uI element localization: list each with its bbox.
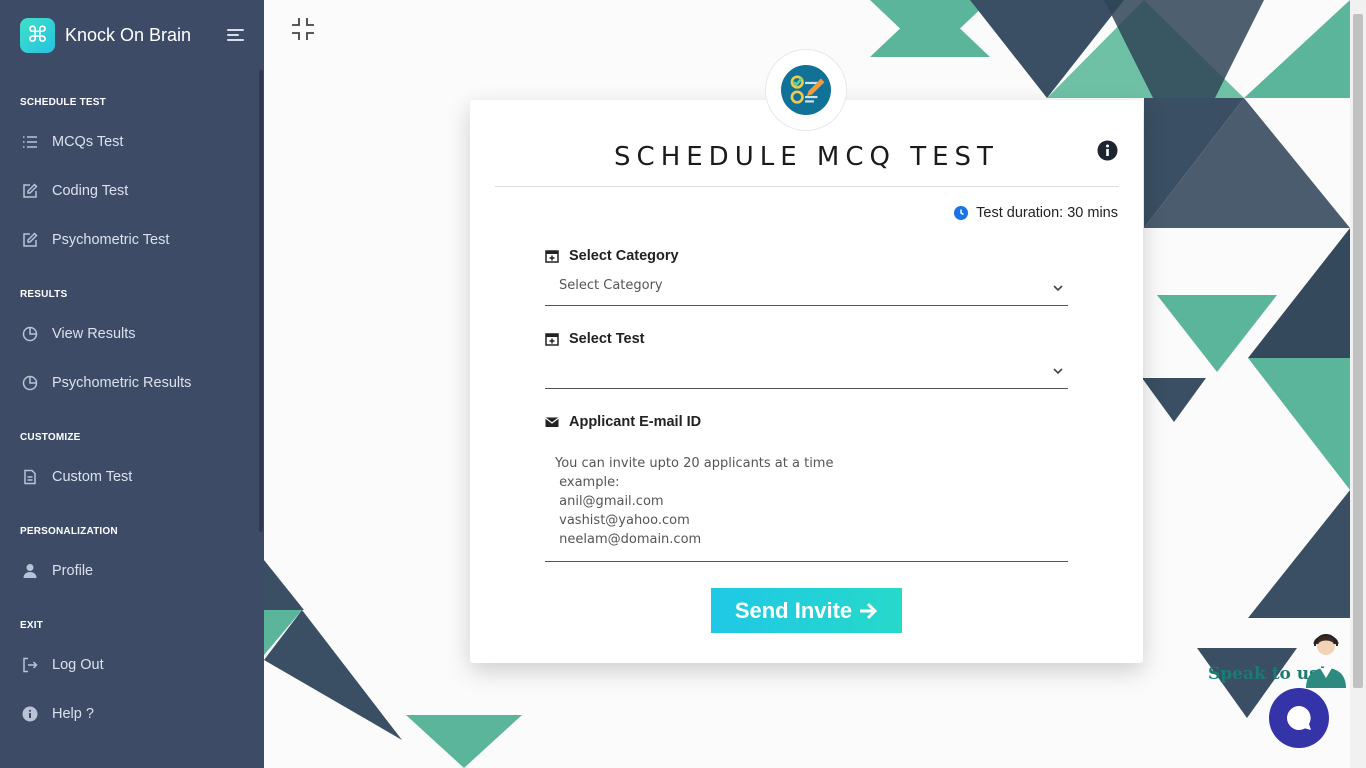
- command-icon: ⌘: [20, 17, 55, 53]
- sidebar-item-label: Help ?: [52, 706, 94, 722]
- sidebar-item-label: Profile: [52, 563, 94, 579]
- chevron-down-icon: [1053, 285, 1063, 292]
- logout-icon: [22, 657, 38, 673]
- send-invite-button[interactable]: Send Invite: [711, 588, 902, 633]
- email-textarea[interactable]: You can invite upto 20 applicants at a t…: [545, 450, 1068, 562]
- edit-icon: [22, 183, 38, 199]
- info-icon: [22, 706, 38, 722]
- calendar-plus-icon: [545, 250, 559, 263]
- document-icon: [22, 469, 38, 485]
- section-results: RESULTS: [20, 289, 68, 300]
- placeholder-line: You can invite upto 20 applicants at a t…: [555, 456, 834, 471]
- sidebar-item-help[interactable]: Help ?: [0, 694, 258, 734]
- schedule-card: SCHEDULE MCQ TEST Test duration: 30 mins…: [470, 100, 1143, 663]
- main-content: SCHEDULE MCQ TEST Test duration: 30 mins…: [264, 0, 1350, 768]
- email-label: Applicant E-mail ID: [545, 414, 701, 430]
- brand-name: Knock On Brain: [65, 24, 192, 45]
- sidebar-item-coding-test[interactable]: Coding Test: [0, 171, 258, 211]
- category-select-value: Select Category: [559, 278, 663, 293]
- sidebar-item-label: Coding Test: [52, 183, 129, 199]
- test-duration: Test duration: 30 mins: [954, 205, 1118, 221]
- page-title: SCHEDULE MCQ TEST: [614, 142, 999, 172]
- section-exit: EXIT: [20, 620, 44, 631]
- collapse-screen-icon[interactable]: [291, 17, 315, 41]
- arrow-right-icon: [860, 602, 878, 619]
- brand[interactable]: ⌘ Knock On Brain: [0, 0, 264, 70]
- calendar-plus-icon: [545, 333, 559, 346]
- category-select[interactable]: Select Category: [545, 270, 1068, 306]
- sidebar: ⌘ Knock On Brain SCHEDULE TEST MCQs Test…: [0, 0, 264, 768]
- sidebar-scrollbar[interactable]: [259, 70, 263, 532]
- duration-text: Test duration: 30 mins: [976, 205, 1118, 221]
- test-label: Select Test: [545, 331, 645, 347]
- category-label: Select Category: [545, 248, 679, 264]
- sidebar-item-label: Psychometric Results: [52, 375, 192, 391]
- sidebar-item-mcqs-test[interactable]: MCQs Test: [0, 122, 258, 162]
- section-personalization: PERSONALIZATION: [20, 526, 118, 537]
- test-logo-badge: [766, 50, 846, 130]
- checklist-icon: [781, 65, 831, 115]
- sidebar-item-label: Custom Test: [52, 469, 133, 485]
- sidebar-item-psychometric-test[interactable]: Psychometric Test: [0, 220, 258, 260]
- page-scrollbar[interactable]: [1350, 0, 1366, 768]
- sidebar-item-label: Log Out: [52, 657, 104, 673]
- chat-bubble-button[interactable]: [1269, 688, 1329, 748]
- envelope-icon: [545, 417, 559, 427]
- user-icon: [22, 563, 38, 579]
- pie-chart-icon: [22, 326, 38, 342]
- test-select[interactable]: [545, 353, 1068, 389]
- sidebar-item-profile[interactable]: Profile: [0, 551, 258, 591]
- placeholder-line: neelam@domain.com: [555, 532, 702, 547]
- section-schedule-test: SCHEDULE TEST: [20, 97, 106, 108]
- sidebar-item-custom-test[interactable]: Custom Test: [0, 457, 258, 497]
- info-icon[interactable]: [1097, 140, 1118, 161]
- sidebar-item-log-out[interactable]: Log Out: [0, 645, 258, 685]
- sidebar-item-view-results[interactable]: View Results: [0, 314, 258, 354]
- support-agent-icon[interactable]: [1302, 632, 1350, 688]
- sidebar-item-psychometric-results[interactable]: Psychometric Results: [0, 363, 258, 403]
- sidebar-item-label: Psychometric Test: [52, 232, 170, 248]
- edit-icon: [22, 232, 38, 248]
- clock-icon: [954, 206, 969, 220]
- divider: [495, 186, 1119, 187]
- list-icon: [22, 134, 38, 150]
- section-customize: CUSTOMIZE: [20, 432, 81, 443]
- placeholder-line: example:: [555, 475, 620, 490]
- menu-toggle-icon[interactable]: [227, 29, 244, 41]
- chevron-down-icon: [1053, 368, 1063, 375]
- placeholder-line: vashist@yahoo.com: [555, 513, 690, 528]
- sidebar-item-label: View Results: [52, 326, 136, 342]
- placeholder-line: anil@gmail.com: [555, 494, 664, 509]
- send-invite-label: Send Invite: [734, 597, 853, 623]
- sidebar-item-label: MCQs Test: [52, 134, 124, 150]
- chat-icon: [1287, 706, 1311, 730]
- pie-chart-icon: [22, 375, 38, 391]
